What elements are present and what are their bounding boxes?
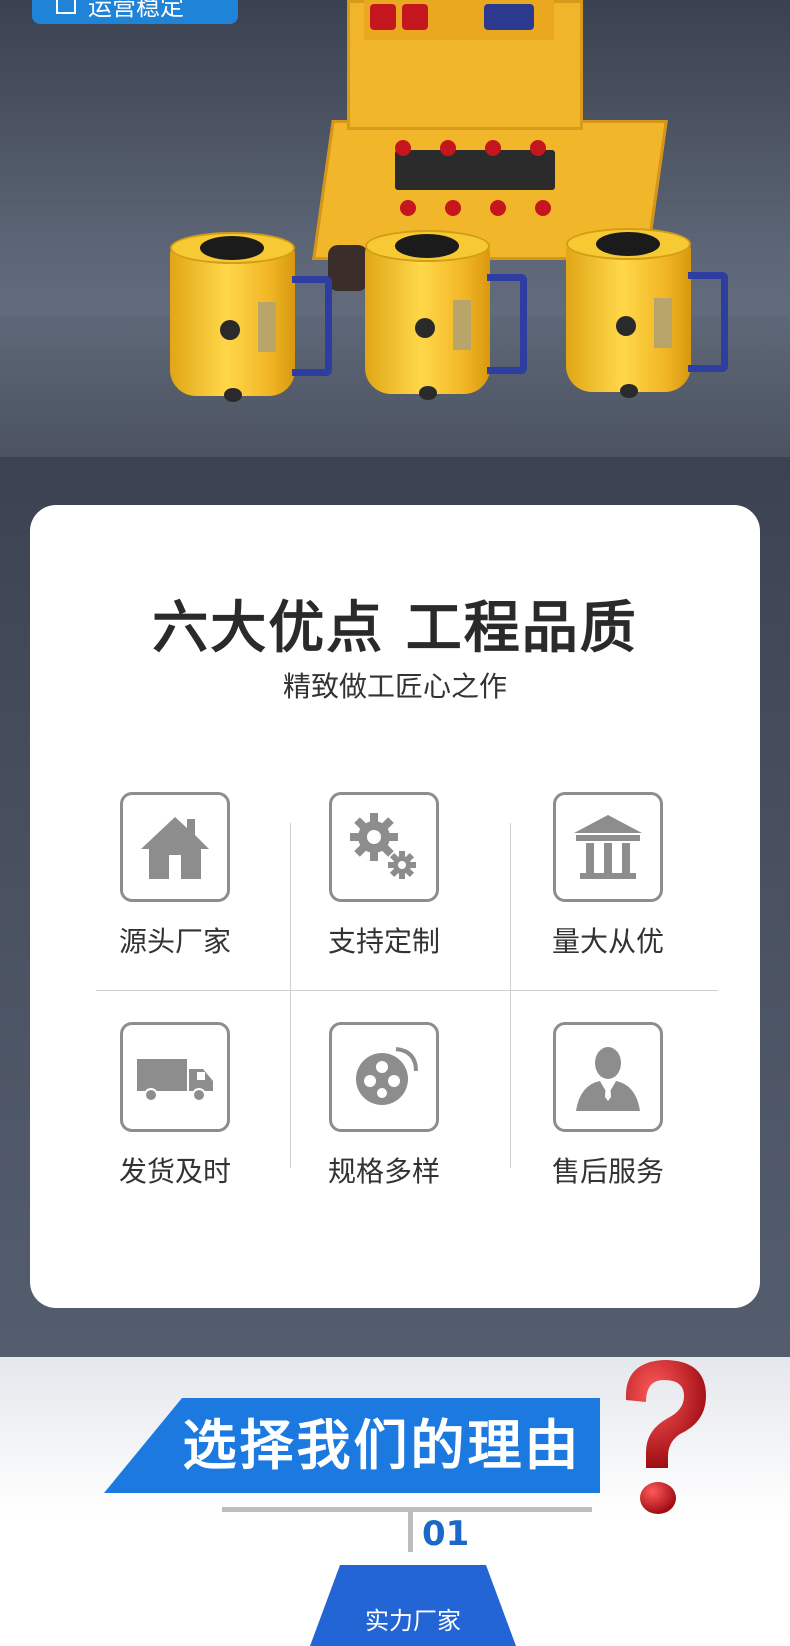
- reason-number: 01: [422, 1514, 470, 1554]
- feature-item: 售后服务: [508, 1022, 708, 1190]
- features-subtitle: 精致做工匠心之作: [282, 670, 507, 703]
- features-card: 六大优点 工程品质 精致做工匠心之作 源头厂家 支持定制 量大从优 发货及时 规…: [30, 505, 760, 1308]
- pump-control-panel: [364, 0, 554, 40]
- grid-divider: [96, 990, 718, 991]
- hydraulic-cylinder: [170, 232, 332, 402]
- feature-label: 售后服务: [551, 1155, 664, 1188]
- feature-label: 规格多样: [327, 1155, 440, 1188]
- valve-knob: [440, 140, 456, 156]
- valve-knob: [530, 140, 546, 156]
- checkbox-icon: [56, 0, 76, 14]
- valve-knob: [490, 200, 506, 216]
- house-icon: [120, 792, 230, 902]
- reasons-banner: 选择我们的理由: [104, 1398, 600, 1493]
- question-mark-icon: [625, 1360, 706, 1514]
- bank-icon: [553, 792, 663, 902]
- valve-manifold: [395, 150, 555, 190]
- valve-knob: [485, 140, 501, 156]
- hydraulic-cylinder: [365, 230, 527, 400]
- reasons-section: 选择我们的理由 01 实力厂家: [0, 1357, 790, 1646]
- feature-item: 量大从优: [508, 792, 708, 960]
- reasons-title: 选择我们的理由: [182, 1414, 582, 1477]
- number-marker: [408, 1512, 413, 1552]
- hydraulic-cylinder: [566, 228, 728, 398]
- feature-label: 发货及时: [118, 1155, 231, 1188]
- feature-label: 源头厂家: [118, 925, 231, 958]
- feature-item: 支持定制: [284, 792, 484, 960]
- feature-label: 量大从优: [551, 925, 664, 958]
- badge-label: 运营稳定: [88, 0, 184, 21]
- truck-icon: [120, 1022, 230, 1132]
- feature-label: 支持定制: [327, 925, 440, 958]
- cart-wheel: [328, 245, 368, 291]
- hero-product-image: 运营稳定: [0, 0, 790, 457]
- features-title: 六大优点 工程品质: [152, 596, 638, 661]
- reason-label: 实力厂家: [365, 1607, 461, 1635]
- feature-item: 源头厂家: [75, 792, 275, 960]
- valve-knob: [400, 200, 416, 216]
- banner-underline: [222, 1507, 592, 1512]
- person-icon: [553, 1022, 663, 1132]
- valve-knob: [535, 200, 551, 216]
- valve-knob: [395, 140, 411, 156]
- feature-item: 发货及时: [75, 1022, 275, 1190]
- stable-operation-badge: 运营稳定: [32, 0, 238, 24]
- valve-knob: [445, 200, 461, 216]
- gears-icon: [329, 792, 439, 902]
- feature-item: 规格多样: [284, 1022, 484, 1190]
- film-reel-icon: [329, 1022, 439, 1132]
- reason-tag: 实力厂家: [310, 1565, 516, 1646]
